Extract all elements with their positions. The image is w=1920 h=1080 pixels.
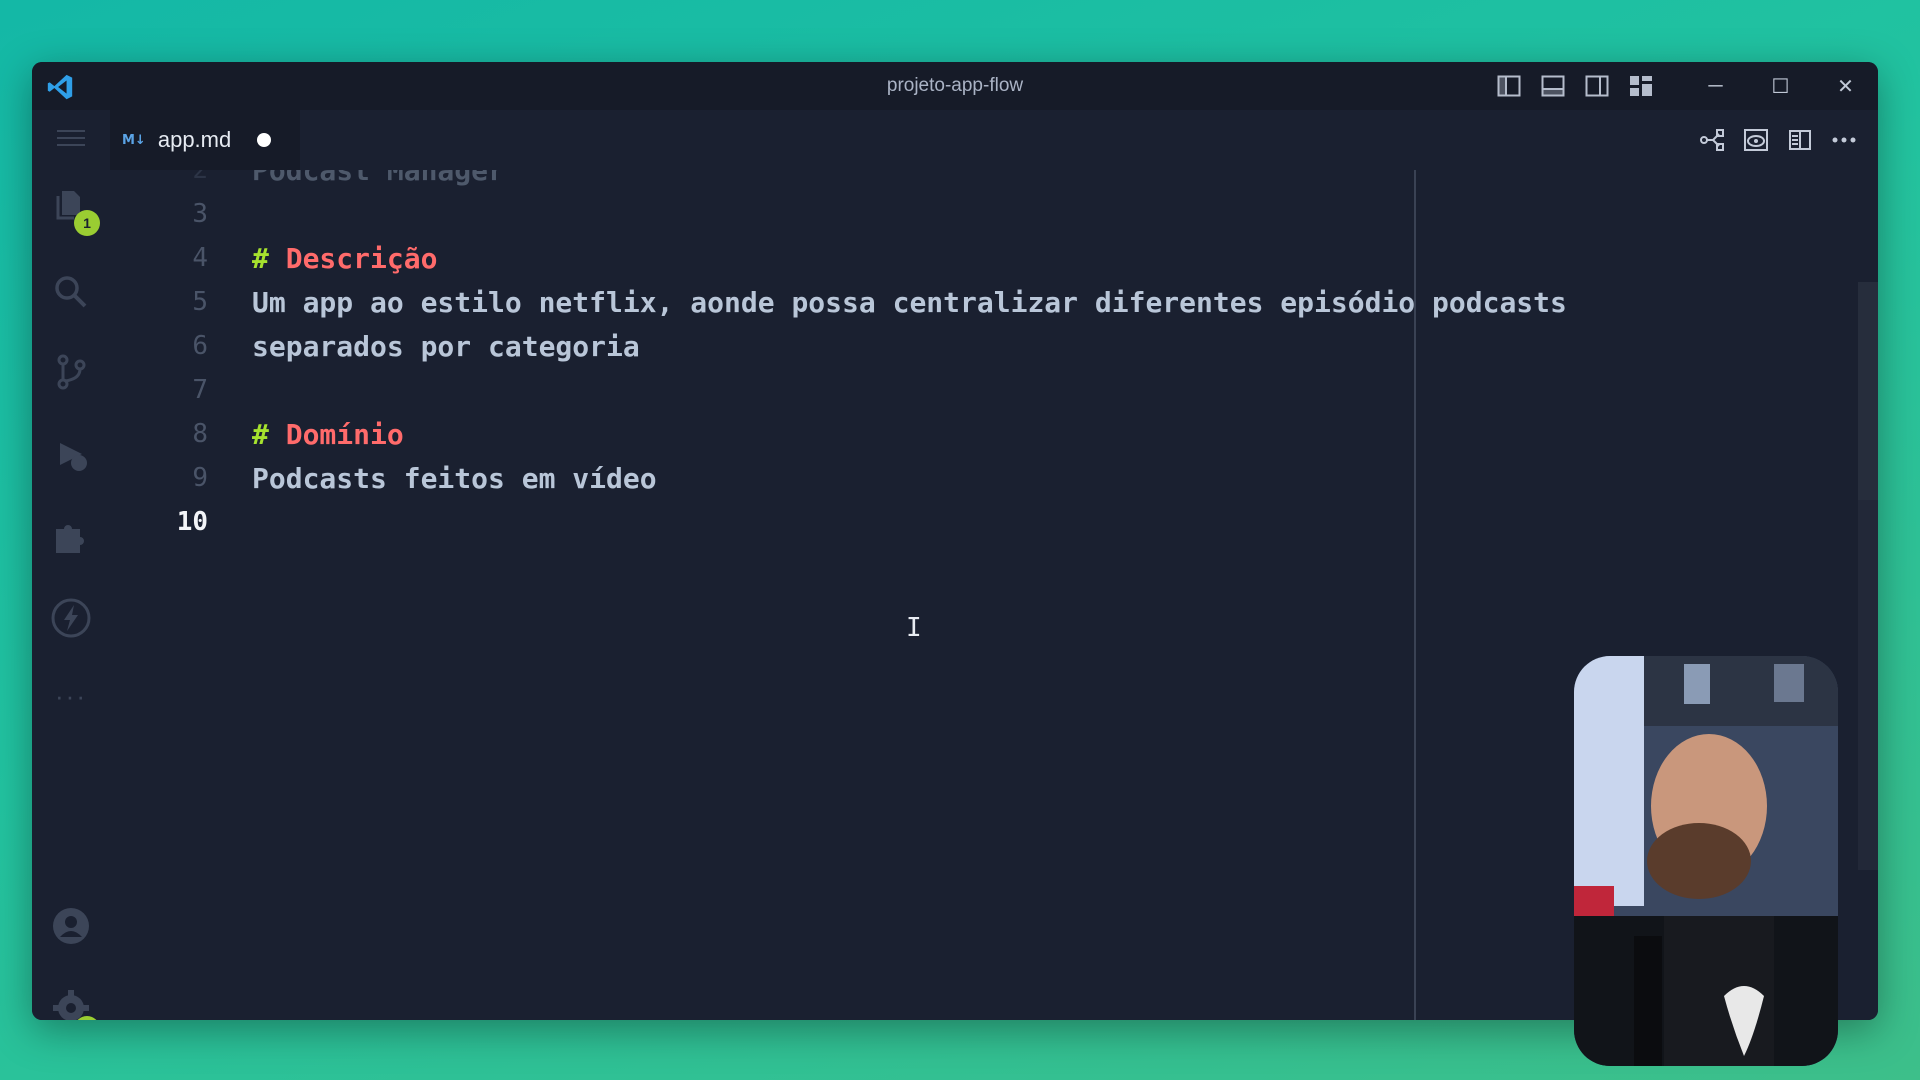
manage-icon[interactable]: 1 [32, 980, 110, 1020]
code-line-active: 10 [110, 500, 208, 544]
customize-layout-icon[interactable] [1619, 62, 1663, 110]
line-number: 8 [192, 419, 208, 449]
explorer-icon[interactable]: 1 [32, 176, 110, 236]
open-changes-icon[interactable] [1690, 110, 1734, 170]
heading-hash: # [252, 417, 269, 451]
more-actions-icon[interactable] [1822, 110, 1866, 170]
line-number: 2 [192, 170, 208, 185]
line-number: 5 [192, 287, 208, 317]
code-line: 4 # Descrição [110, 236, 437, 280]
minimize-button[interactable]: ─ [1683, 62, 1748, 110]
toggle-primary-sidebar-icon[interactable] [1487, 62, 1531, 110]
webcam-overlay [1574, 656, 1838, 1066]
line-number: 7 [192, 375, 208, 405]
toggle-panel-icon[interactable] [1531, 62, 1575, 110]
menu-icon[interactable] [32, 110, 110, 166]
mouse-ibeam-cursor: I [906, 613, 922, 643]
vertical-scrollbar[interactable] [1858, 170, 1878, 1020]
heading-hash: # [252, 241, 269, 275]
code-line: 9 Podcasts feitos em vídeo [110, 456, 656, 500]
split-editor-icon[interactable] [1778, 110, 1822, 170]
code-line: 8 # Domínio [110, 412, 403, 456]
toggle-secondary-sidebar-icon[interactable] [1575, 62, 1619, 110]
code-line: 2 Podcast Manager [110, 170, 505, 192]
code-line: 7 [110, 368, 208, 412]
unsaved-dot-icon[interactable] [257, 133, 272, 147]
heading-line: # Descrição [252, 242, 437, 275]
scrollbar-overview [1858, 500, 1878, 870]
open-preview-icon[interactable] [1734, 110, 1778, 170]
tab-label: app.md [157, 127, 232, 152]
heading-line: # Domínio [252, 418, 404, 451]
activity-bar: 1 ··· 1 [32, 110, 110, 1020]
markdown-icon: M↓ [122, 132, 146, 148]
source-control-icon[interactable] [32, 344, 110, 400]
run-debug-icon[interactable] [32, 426, 110, 482]
close-button[interactable]: ✕ [1813, 62, 1878, 110]
line-number: 3 [192, 199, 208, 229]
maximize-button[interactable]: ☐ [1748, 62, 1813, 110]
extensions-icon[interactable] [32, 508, 110, 564]
explorer-badge: 1 [74, 210, 100, 236]
search-icon[interactable] [32, 264, 110, 320]
heading-text: Domínio [285, 417, 404, 451]
title-bar: projeto-app-flow ─ ☐ ✕ [32, 62, 1878, 110]
line-text: separados por categoria [252, 329, 640, 363]
line-number: 4 [192, 243, 208, 273]
tab-app-md[interactable]: M↓ app.md [110, 110, 300, 170]
line-number-active: 10 [176, 507, 208, 537]
heading-text: Descrição [285, 241, 438, 275]
code-line: 5 Um app ao estilo netflix, aonde possa … [110, 280, 1567, 324]
code-line: 3 [110, 192, 208, 236]
accounts-icon[interactable] [32, 898, 110, 954]
scrollbar-thumb[interactable] [1858, 282, 1878, 500]
thunder-client-icon[interactable] [32, 590, 110, 646]
presenter-image [1574, 656, 1838, 1066]
more-icon[interactable]: ··· [32, 668, 110, 724]
tab-bar: M↓ app.md [110, 110, 1878, 170]
line-number: 9 [192, 463, 208, 493]
code-line: 6 separados por categoria [110, 324, 639, 368]
line-text: Podcast Manager [252, 170, 505, 187]
line-number: 6 [192, 331, 208, 361]
line-text: Um app ao estilo netflix, aonde possa ce… [252, 285, 1567, 319]
line-text: Podcasts feitos em vídeo [252, 461, 657, 495]
